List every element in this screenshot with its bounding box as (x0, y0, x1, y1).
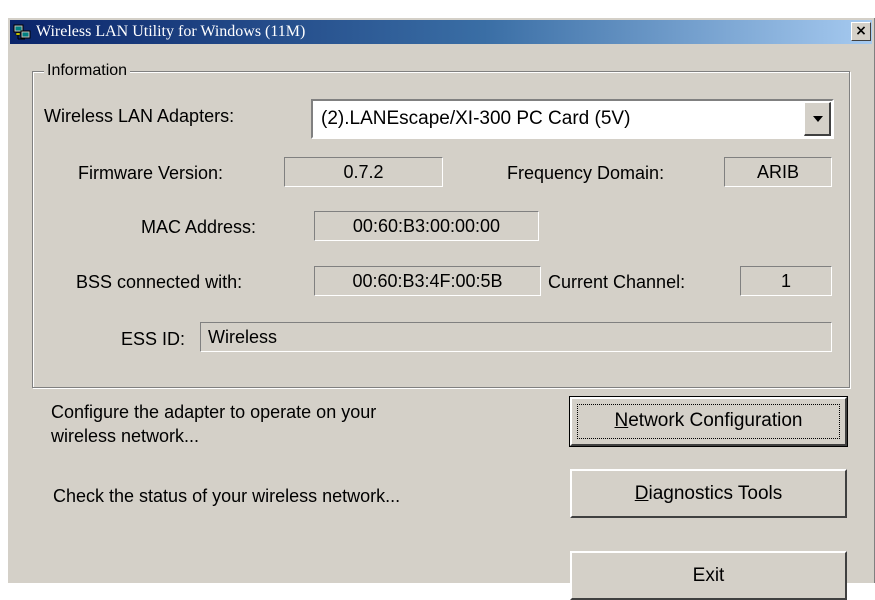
firmware-field: 0.7.2 (284, 157, 443, 187)
firmware-label: Firmware Version: (78, 163, 224, 183)
mac-label: MAC Address: (141, 217, 257, 237)
diagnostics-tools-label: iagnostics Tools (648, 483, 783, 504)
essid-field: Wireless (200, 322, 832, 352)
configure-description: Configure the adapter to operate on your… (51, 400, 376, 448)
channel-field: 1 (740, 266, 832, 296)
frequency-value: ARIB (756, 162, 799, 182)
channel-label: Current Channel: (548, 272, 686, 292)
status-description: Check the status of your wireless networ… (53, 486, 401, 506)
mac-value: 00:60:B3:00:00:00 (352, 216, 501, 236)
network-computers-icon (13, 24, 31, 40)
essid-value: Wireless (208, 327, 278, 347)
firmware-value: 0.7.2 (343, 162, 384, 182)
chevron-down-icon[interactable] (804, 102, 831, 136)
bss-label: BSS connected with: (76, 272, 243, 292)
focus-rectangle (577, 404, 840, 439)
utility-window: Wireless LAN Utility for Windows (11M) ×… (7, 17, 875, 600)
close-icon: × (855, 23, 867, 39)
mac-field: 00:60:B3:00:00:00 (314, 211, 539, 241)
frequency-field: ARIB (724, 157, 832, 187)
bss-field: 00:60:B3:4F:00:5B (314, 266, 541, 296)
adapter-selected-value: (2).LANEscape/XI-300 PC Card (5V) (321, 108, 631, 129)
diagnostics-tools-button[interactable]: Diagnostics Tools (570, 469, 847, 518)
title-bar[interactable]: Wireless LAN Utility for Windows (11M) × (10, 20, 872, 44)
adapters-label: Wireless LAN Adapters: (44, 106, 235, 126)
configure-description-line2: wireless network... (51, 426, 200, 446)
information-legend: Information (44, 61, 131, 81)
configure-description-line1: Configure the adapter to operate on your (51, 402, 377, 422)
network-configuration-button[interactable]: Network Configuration (569, 396, 848, 447)
essid-label: ESS ID: (121, 329, 186, 349)
close-button[interactable]: × (851, 22, 871, 41)
diagnostics-tools-mnemonic: D (634, 483, 649, 504)
window-title: Wireless LAN Utility for Windows (11M) (36, 23, 306, 40)
channel-value: 1 (780, 271, 791, 291)
bss-value: 00:60:B3:4F:00:5B (352, 271, 503, 291)
adapter-select[interactable]: (2).LANEscape/XI-300 PC Card (5V) (311, 99, 834, 139)
frequency-label: Frequency Domain: (507, 163, 665, 183)
exit-button[interactable]: Exit (570, 551, 847, 600)
